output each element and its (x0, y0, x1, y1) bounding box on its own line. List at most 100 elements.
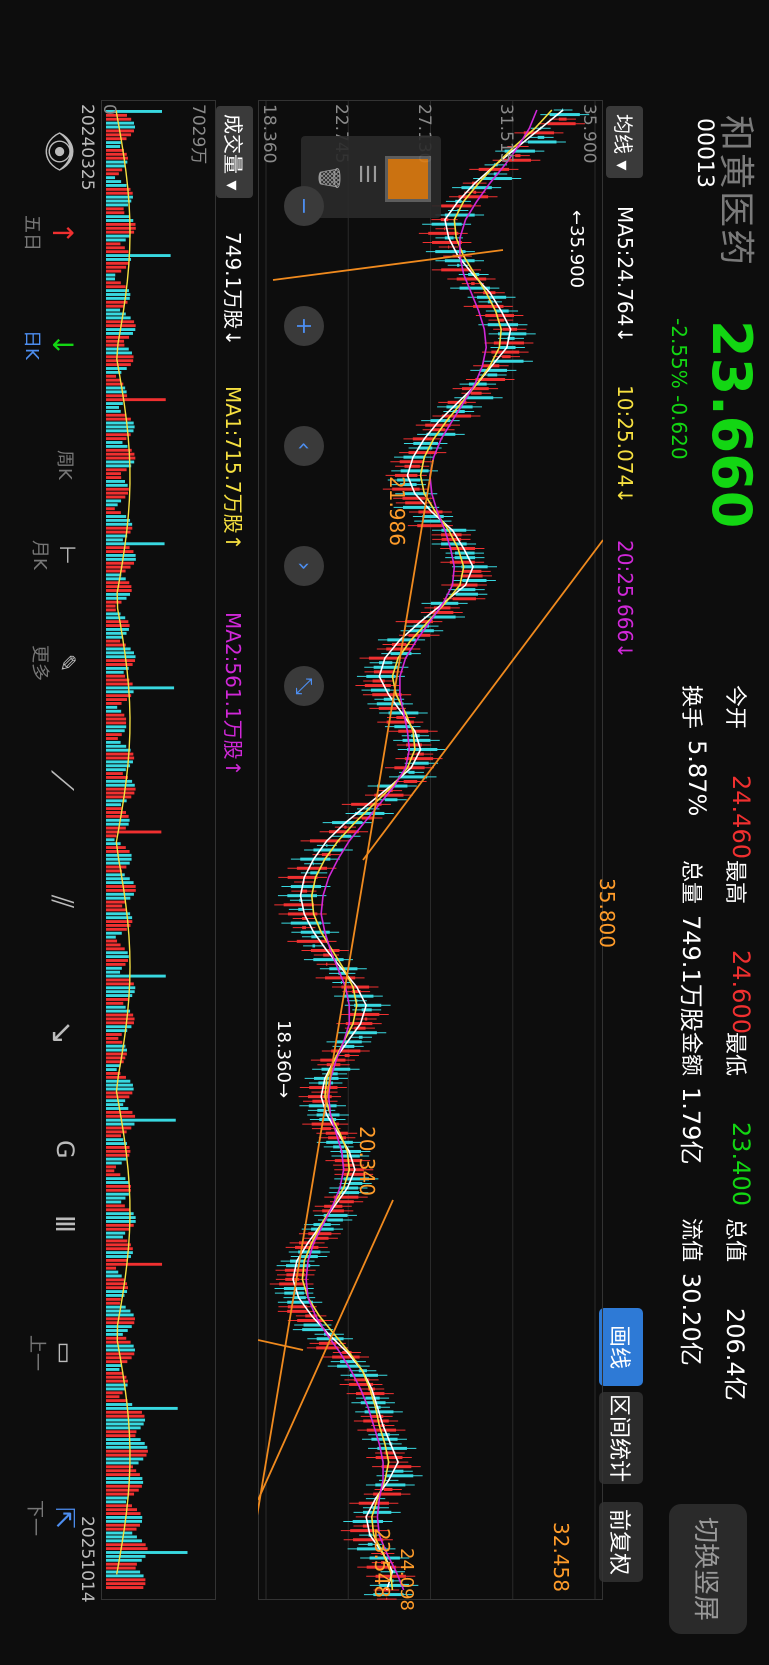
quote-value: 1.79亿 (677, 1087, 705, 1165)
golden-ratio-icon[interactable]: G (51, 1140, 79, 1159)
prev-label: 上一 (26, 1335, 47, 1371)
volume-bar (106, 1025, 132, 1029)
volume-bar (106, 1188, 131, 1192)
scroll-left-button[interactable]: ‹ (284, 426, 324, 466)
volume-bar (105, 1056, 126, 1060)
volume-ma1: MA1:715.7万股↑ (221, 386, 245, 551)
volume-bar (105, 511, 121, 515)
volume-bar (106, 791, 135, 795)
candle-body (373, 670, 394, 674)
stock-name: 和黄医药 (715, 115, 756, 268)
line-label-3: 32.458 (549, 1522, 573, 1592)
candle-body (425, 423, 451, 427)
candle-body (339, 1200, 354, 1204)
delete-icon[interactable]: 🗑 (316, 164, 341, 192)
bar-pattern-icon[interactable]: Ⅲ (49, 1215, 79, 1233)
range-stat-button[interactable]: 区间统计 (599, 1392, 643, 1484)
volume-bar (105, 215, 130, 219)
volume-selector[interactable]: 成交量 ▾ (216, 106, 253, 199)
volume-bar (106, 1278, 125, 1282)
candle-body (311, 1227, 334, 1231)
scroll-right-button[interactable]: › (284, 546, 324, 586)
segment-line-icon[interactable]: ⟋ (44, 770, 79, 791)
volume-bar (106, 222, 136, 226)
candle-body (308, 1232, 332, 1236)
volume-bar (106, 1395, 120, 1399)
volume-bar (106, 480, 126, 483)
volume-bar (106, 951, 128, 955)
volume-chart[interactable] (101, 100, 216, 1600)
ray-line-icon[interactable]: ↘ (44, 1020, 79, 1045)
candle-body (393, 1469, 404, 1473)
volume-bar (106, 1099, 126, 1103)
volume-bar (105, 865, 127, 869)
volume-bar (106, 238, 126, 242)
volume-bar (105, 631, 127, 635)
volume-bar (106, 998, 129, 1001)
volume-bar (106, 1410, 142, 1414)
tool-day-k[interactable]: ↓ 日K (20, 330, 79, 360)
volume-bar (106, 744, 127, 748)
candle-body (408, 770, 415, 774)
volume-bar (105, 1208, 130, 1212)
volume-bar (106, 359, 134, 363)
tool-five-day-label: 五日 (21, 215, 42, 251)
volume-bar (106, 1508, 138, 1512)
ma10-value: 10:25.074↓ (613, 385, 637, 504)
volume-bar (105, 503, 118, 507)
volume-bar (106, 1461, 139, 1465)
volume-bar (106, 990, 135, 994)
volume-bar (105, 1301, 120, 1305)
volume-bar (106, 1184, 131, 1188)
volume-bar (106, 600, 122, 604)
next-button[interactable]: ⇱ 下一 (23, 1500, 79, 1536)
volume-bar (106, 1399, 128, 1403)
volume-bar (106, 1239, 128, 1243)
tool-day-k-label: 日K (21, 330, 42, 360)
line-style-icon[interactable]: ☰ (354, 164, 379, 184)
tool-more[interactable]: ✎ 更多 (28, 645, 79, 681)
candle-body (471, 282, 475, 286)
volume-bar (106, 1473, 140, 1477)
candle-body (296, 866, 328, 870)
reset-zoom-icon[interactable]: ⤡ (284, 666, 324, 706)
trend-line[interactable] (258, 1339, 304, 1351)
tool-five-day[interactable]: ↑ 五日 (20, 215, 79, 251)
draw-line-button[interactable]: 画线 (599, 1308, 643, 1386)
zoom-out-button[interactable]: − (284, 186, 324, 226)
candle-body (375, 1456, 403, 1460)
volume-bar (105, 705, 118, 709)
volume-bar (105, 729, 125, 733)
ma-selector[interactable]: 均线 ▾ (606, 106, 643, 179)
volume-bar (105, 250, 129, 254)
volume-bar (106, 1426, 141, 1430)
candle-body (391, 642, 407, 646)
color-swatch[interactable] (385, 156, 431, 202)
volume-bar (106, 577, 126, 581)
zoom-in-button[interactable]: + (284, 306, 324, 346)
prev-button[interactable]: ▭ 上一 (25, 1335, 79, 1371)
volume-bar (106, 390, 127, 394)
volume-bar (106, 1001, 124, 1005)
volume-bar (106, 1052, 127, 1056)
volume-bar (106, 713, 125, 717)
eye-icon[interactable]: 👁 (39, 130, 79, 173)
tool-month-k[interactable]: ⊢ 月K (28, 540, 79, 570)
forward-adjust-button[interactable]: 前复权 (599, 1502, 643, 1582)
quote-label: 总值 (722, 1218, 747, 1263)
parallel-line-icon[interactable]: ⫽ (44, 895, 79, 908)
candle-body (379, 661, 393, 665)
volume-bar (106, 935, 116, 939)
expand-icon: ⇱ (49, 1507, 79, 1529)
candle-body (312, 862, 314, 866)
switch-portrait-button[interactable]: 切换竖屏 (669, 1504, 747, 1634)
candle-body (308, 1104, 337, 1108)
volume-bar (106, 927, 127, 931)
trend-line[interactable] (258, 459, 434, 1541)
trend-line[interactable] (258, 1199, 394, 1501)
volume-bar (106, 717, 127, 721)
volume-bar (105, 604, 116, 608)
tool-week-k[interactable]: 周K (53, 450, 79, 480)
volume-bar (105, 402, 123, 405)
volume-bar (105, 1142, 127, 1145)
